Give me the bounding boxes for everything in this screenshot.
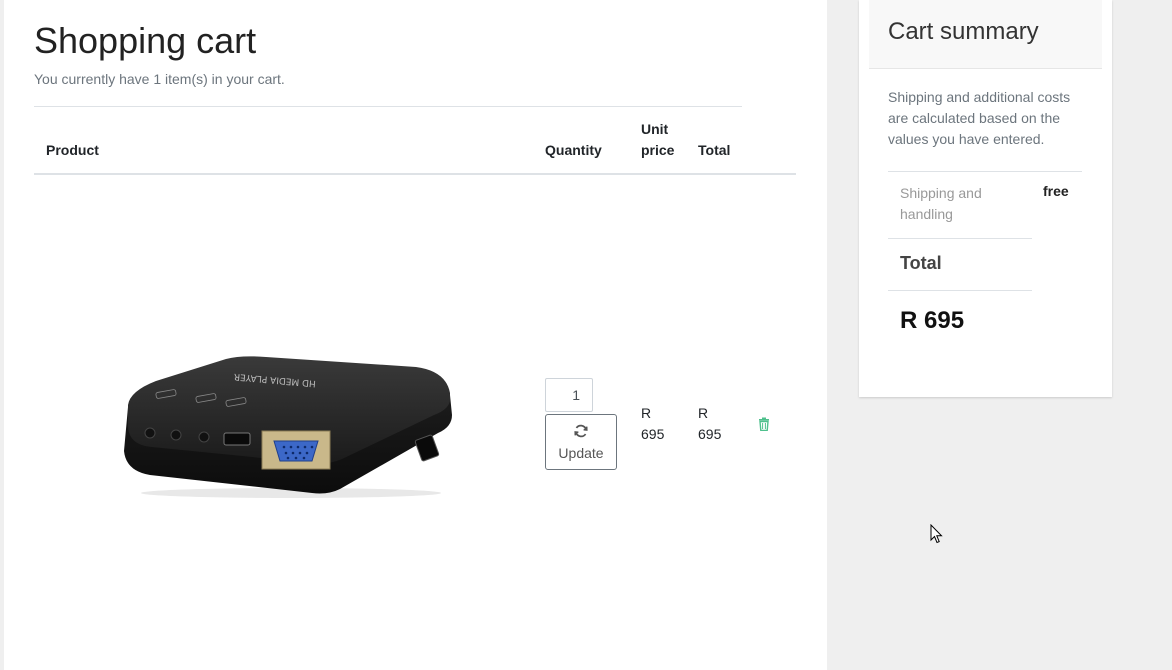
- column-header-unit-price-line2: price: [641, 142, 675, 158]
- cart-panel: Shopping cart You currently have 1 item(…: [4, 0, 827, 670]
- product-image[interactable]: HD MEDIA PLAYER: [116, 355, 456, 500]
- mouse-cursor-icon: [930, 524, 943, 544]
- summary-divider: [888, 290, 1032, 291]
- table-top-divider: [34, 106, 742, 107]
- cart-summary-header: Cart summary: [869, 0, 1102, 69]
- unit-price-currency: R: [641, 405, 652, 421]
- line-total-currency: R: [698, 405, 709, 421]
- summary-total-value: R 695: [900, 307, 965, 334]
- column-header-total: Total: [698, 142, 731, 158]
- summary-total-label: Total: [900, 253, 942, 273]
- column-header-product: Product: [46, 142, 99, 158]
- cart-summary-card: Cart summary Shipping and additional cos…: [859, 0, 1112, 397]
- cart-summary-title: Cart summary: [888, 18, 1039, 45]
- trash-icon[interactable]: [757, 417, 771, 431]
- page-title: Shopping cart: [34, 20, 257, 61]
- quantity-input[interactable]: [545, 378, 593, 412]
- line-total: R 695: [698, 403, 734, 445]
- refresh-icon: [574, 424, 588, 441]
- column-header-unit-price: Unit price: [641, 119, 674, 161]
- update-button-label: Update: [558, 444, 604, 461]
- shipping-label: Shipping and handling: [900, 185, 982, 222]
- column-header-quantity: Quantity: [545, 142, 602, 158]
- shipping-value: free: [1043, 183, 1069, 199]
- shipping-note: Shipping and additional costs are calcul…: [888, 89, 1071, 147]
- unit-price: R 695: [641, 403, 677, 445]
- column-header-unit-price-line1: Unit: [641, 121, 669, 137]
- summary-divider: [888, 171, 1082, 172]
- cart-item-count: You currently have 1 item(s) in your car…: [34, 71, 285, 87]
- summary-divider: [888, 238, 1032, 239]
- unit-price-amount: 695: [641, 426, 665, 442]
- line-total-amount: 695: [698, 426, 722, 442]
- update-button[interactable]: Update: [545, 414, 617, 470]
- table-header-divider: [34, 173, 796, 175]
